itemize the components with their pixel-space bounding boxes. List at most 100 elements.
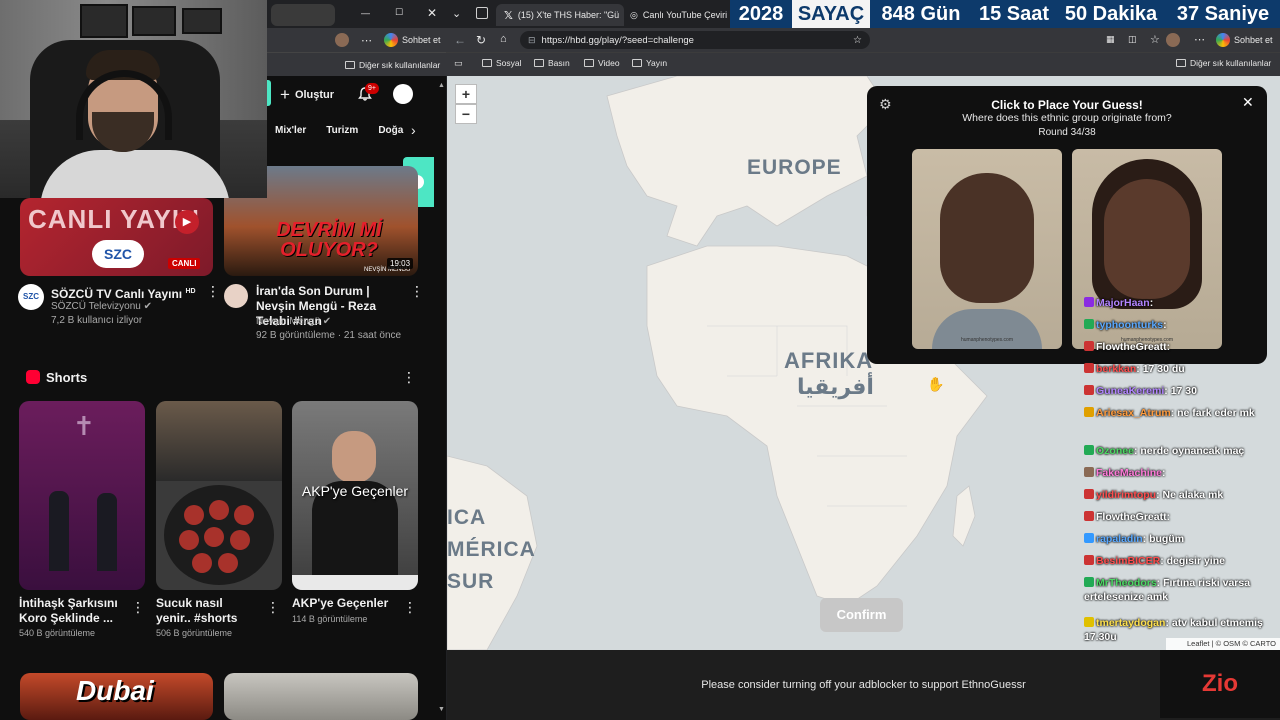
chevron-right-icon[interactable]: ›: [411, 122, 416, 138]
tab-x-ths[interactable]: 𝕏 (15) X'te THS Haber: "Gü ✕: [496, 4, 624, 26]
workspaces-icon[interactable]: [476, 7, 488, 19]
profile-avatar[interactable]: [1166, 33, 1180, 47]
notifications-bell-icon[interactable]: 9+: [357, 83, 379, 102]
chat-badge-icon: [1084, 555, 1094, 565]
chat-username[interactable]: FlowtheGreatt: [1096, 511, 1167, 523]
chat-message: typhoonturks:: [1084, 318, 1266, 332]
chat-username[interactable]: typhoonturks: [1096, 319, 1163, 331]
short-thumbnail-sucuk[interactable]: [156, 401, 282, 590]
short-thumbnail-choir[interactable]: ✝: [19, 401, 145, 590]
youtube-browser-chrome: — ☐ ✕ ⋯ Sohbet et: [267, 0, 446, 52]
bookmark-folder[interactable]: Yayın: [632, 58, 667, 68]
chat-badge-icon: [1084, 319, 1094, 329]
chat-username[interactable]: MajorHaan: [1096, 297, 1150, 309]
guess-question: Where does this ethnic group originate f…: [962, 112, 1172, 124]
more-icon[interactable]: ⋯: [361, 34, 372, 47]
back-icon[interactable]: ←: [454, 33, 466, 47]
channel-avatar-szc[interactable]: SZC: [18, 284, 44, 310]
tab-label: (15) X'te THS Haber: "Gü: [517, 10, 620, 20]
shorts-more-icon[interactable]: ⋮: [402, 370, 416, 384]
chat-message: yildirimtopu: Ne alaka mk: [1084, 488, 1266, 502]
reload-icon[interactable]: ↻: [476, 33, 486, 47]
chat-username[interactable]: Ariesax_Atrum: [1096, 407, 1171, 419]
confirm-button[interactable]: Confirm: [820, 598, 903, 632]
more-options-icon[interactable]: ⋮: [131, 600, 145, 614]
chat-message: GuneaKeremi: 17 30: [1084, 384, 1266, 398]
other-bookmarks[interactable]: Diğer sık kullanılanlar: [359, 60, 440, 70]
chat-username[interactable]: FakeMachine: [1096, 467, 1162, 479]
site-info-icon[interactable]: ⊟: [528, 35, 536, 46]
sidebar-icon[interactable]: ◫: [1128, 34, 1137, 45]
chat-text: degisir yine: [1166, 555, 1225, 567]
close-window-icon[interactable]: ✕: [427, 6, 437, 20]
jar-thumbnail: [271, 4, 335, 26]
chat-username[interactable]: yildirimtopu: [1096, 489, 1156, 501]
channel-name-nevsin[interactable]: Nevşin Mengü ✔: [256, 315, 331, 328]
zoom-in-button[interactable]: +: [455, 84, 477, 104]
chat-username[interactable]: FlowtheGreatt: [1096, 341, 1167, 353]
minimize-icon[interactable]: —: [361, 8, 370, 18]
channel-avatar-nevsin[interactable]: [224, 284, 248, 308]
other-bookmarks[interactable]: Diğer sık kullanılanlar: [1176, 58, 1271, 68]
video-thumbnail-helicopters[interactable]: [224, 673, 418, 720]
bookmark-label: Video: [598, 58, 620, 68]
short-title[interactable]: İntihaşk Şarkısını Koro Şeklinde ...: [19, 596, 127, 626]
more-options-icon[interactable]: ⋮: [403, 600, 417, 614]
short-thumbnail-akp[interactable]: AKP'ye Geçenler: [292, 401, 418, 590]
more-options-icon[interactable]: ⋮: [266, 600, 280, 614]
tabs-icon[interactable]: ▭: [454, 58, 463, 69]
chat-message: rapaladin: bugüm: [1084, 532, 1266, 546]
more-options-icon[interactable]: ⋮: [410, 284, 424, 298]
video-thumbnail-szc[interactable]: CANLI YAYIN SZC ▶ CANLI: [20, 198, 213, 276]
short-title[interactable]: AKP'ye Geçenler: [292, 596, 392, 611]
channel-name[interactable]: SÖZCÜ Televizyonu ✔: [51, 300, 152, 313]
short-title[interactable]: Sucuk nasıl yenir.. #shorts: [156, 596, 256, 626]
favorites-icon[interactable]: ☆: [1150, 33, 1160, 46]
create-button[interactable]: + Oluştur: [280, 84, 334, 106]
globe-icon: ◎: [630, 9, 638, 20]
chat-username[interactable]: GuneaKeremi: [1096, 385, 1164, 397]
extensions-icon[interactable]: ▦: [1106, 34, 1115, 45]
chat-username[interactable]: MrTheodors: [1096, 577, 1157, 589]
bookmark-star-icon[interactable]: ☆: [853, 35, 862, 46]
url-field[interactable]: ⊟ https://hbd.gg/play/?seed=challenge ☆: [520, 31, 870, 49]
bookmark-folder[interactable]: Sosyal: [482, 58, 522, 68]
chip-nature[interactable]: Doğa: [378, 125, 403, 136]
tab-list-chevron-icon[interactable]: ⌄: [452, 7, 461, 20]
profile-avatar[interactable]: [335, 33, 349, 47]
more-icon[interactable]: ⋯: [1194, 33, 1205, 46]
stream-chat: MajorHaan: typhoonturks: FlowtheGreatt: …: [1080, 282, 1266, 652]
account-avatar[interactable]: [393, 84, 413, 104]
home-icon[interactable]: ⌂: [500, 33, 507, 45]
chat-username[interactable]: Ozonee: [1096, 445, 1134, 457]
more-options-icon[interactable]: ⋮: [206, 284, 220, 298]
chat-button[interactable]: Sohbet et: [1234, 35, 1273, 45]
create-label: Oluştur: [294, 89, 335, 101]
chat-username[interactable]: tmertaydogan: [1096, 617, 1165, 629]
bookmark-folder[interactable]: Basın: [534, 58, 570, 68]
map-attribution[interactable]: Leaflet | © OSM © CARTO: [1166, 638, 1280, 650]
guess-title: Click to Place Your Guess!: [991, 98, 1143, 112]
verified-icon: ✔: [322, 316, 332, 327]
video-thumbnail-dubai[interactable]: Dubai: [20, 673, 213, 720]
chip-tourism[interactable]: Turizm: [326, 125, 358, 136]
live-badge: CANLI: [168, 258, 201, 269]
bookmark-label: Basın: [548, 58, 570, 68]
chat-button[interactable]: Sohbet et: [402, 35, 441, 45]
bookmark-folder[interactable]: Video: [584, 58, 620, 68]
maximize-icon[interactable]: ☐: [395, 7, 403, 18]
zoom-out-button[interactable]: −: [455, 104, 477, 124]
chat-username[interactable]: BesimBICER: [1096, 555, 1160, 567]
face-shape: [940, 173, 1034, 303]
chat-message: MajorHaan:: [1084, 296, 1266, 310]
chat-username[interactable]: berkkan: [1096, 363, 1136, 375]
copilot-icon[interactable]: [384, 33, 398, 47]
bookmark-label: Sosyal: [496, 58, 522, 68]
copilot-icon[interactable]: [1216, 33, 1230, 47]
tab-youtube-translate[interactable]: ◎ Canlı YouTube Çeviri - A: [622, 4, 732, 26]
chip-mixes[interactable]: Mix'ler: [275, 125, 306, 136]
adblock-notice: Please consider turning off your adblock…: [447, 650, 1280, 720]
counter-days: 848 Gün: [870, 0, 972, 28]
chat-username[interactable]: rapaladin: [1096, 533, 1143, 545]
scrollbar[interactable]: ▲ ▼: [437, 80, 445, 720]
